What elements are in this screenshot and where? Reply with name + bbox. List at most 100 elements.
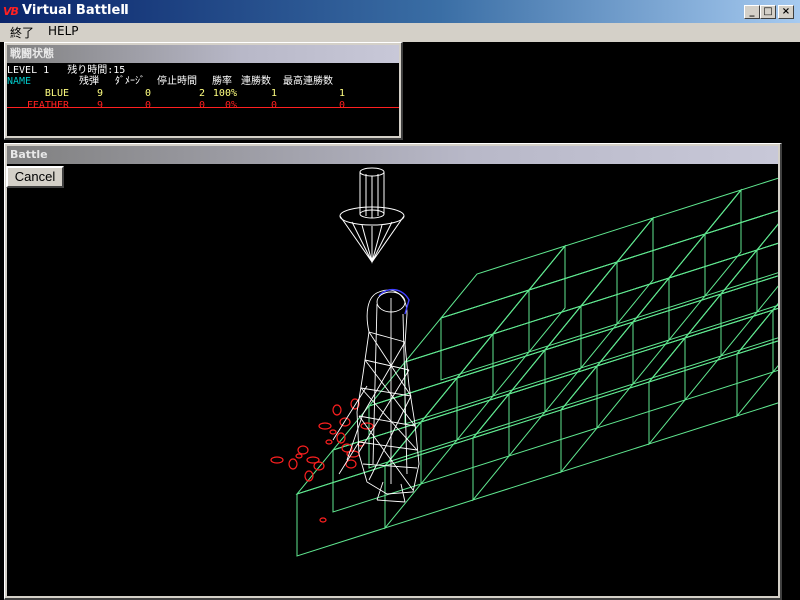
particle	[329, 429, 337, 435]
floor-block	[719, 242, 778, 357]
floor-block	[595, 292, 723, 429]
block-side-face	[580, 260, 618, 370]
wireframe-character	[332, 289, 420, 503]
block-side-face	[668, 232, 706, 342]
row-name: BLUE	[44, 88, 69, 99]
block-side-face	[772, 303, 778, 374]
character-mesh-line	[360, 387, 412, 397]
battle-viewport[interactable]	[7, 164, 778, 596]
maximize-button[interactable]: □	[760, 5, 776, 19]
block-side-face	[632, 276, 670, 386]
row-win-rate: 100%	[212, 88, 237, 99]
particle	[270, 456, 284, 464]
block-side-face	[648, 336, 686, 446]
block-top-face	[331, 377, 459, 451]
block-top-face	[579, 233, 707, 307]
floor-block	[331, 376, 459, 513]
character-mesh-line	[358, 441, 418, 451]
block-top-face	[527, 217, 655, 291]
block-top-face	[383, 393, 511, 467]
block-top-face	[543, 277, 671, 351]
particle	[318, 422, 332, 430]
menu-item-help[interactable]: HELP	[48, 24, 79, 42]
floor-block	[439, 244, 567, 381]
window-title: Virtual BattleⅡ	[22, 3, 129, 18]
selected-row-underline	[7, 107, 399, 108]
block-top-face	[647, 309, 775, 383]
block-side-face	[684, 292, 722, 402]
block-front-face	[296, 465, 386, 557]
header-name: NAME	[7, 76, 32, 87]
block-side-face	[508, 348, 546, 458]
header-best-streak: 最高連勝数	[283, 76, 333, 87]
character-mesh-line	[358, 369, 410, 453]
header-damage: ﾀﾞﾒｰｼﾞ	[115, 76, 145, 87]
app-icon: VB	[3, 5, 19, 18]
block-top-face	[455, 305, 583, 379]
block-side-face	[596, 320, 634, 430]
floor-block	[507, 320, 635, 457]
status-window-title[interactable]: 戦闘状態	[7, 45, 399, 63]
floor-block	[419, 348, 547, 485]
block-side-face	[720, 248, 758, 358]
header-stop-time: 停止時間	[157, 76, 197, 87]
particle	[360, 422, 374, 430]
row-streak: 0	[270, 100, 277, 111]
character-mesh-line	[358, 415, 416, 427]
floor-block	[367, 332, 495, 469]
window-title-bar[interactable]: VB Virtual BattleⅡ _ □ ×	[0, 0, 800, 24]
marker-cylinder-top	[359, 167, 385, 177]
character-mesh-line	[332, 385, 368, 441]
block-top-face	[403, 289, 531, 363]
menu-item-exit[interactable]: 終了	[10, 24, 34, 42]
row-damage: 0	[144, 100, 151, 111]
block-top-face	[631, 249, 759, 323]
floor-block	[527, 216, 655, 353]
status-window: 戦闘状態 LEVEL 1 残り時間:15 NAME 残弾 ﾀﾞﾒｰｼﾞ 停止時間…	[4, 42, 403, 140]
floor-block	[491, 260, 619, 397]
header-streak: 連勝数	[241, 76, 271, 87]
battle-scene	[270, 167, 778, 557]
floor-block	[543, 276, 671, 413]
row-stop-time: 2	[198, 88, 205, 99]
row-best-streak: 0	[338, 100, 345, 111]
cancel-button[interactable]: Cancel	[6, 166, 64, 188]
particle	[325, 439, 333, 445]
status-panel: LEVEL 1 残り時間:15 NAME 残弾 ﾀﾞﾒｰｼﾞ 停止時間 勝率 連…	[7, 63, 399, 136]
block-top-face	[367, 333, 495, 407]
block-top-face	[507, 321, 635, 395]
block-top-face	[615, 189, 743, 263]
particle	[288, 458, 298, 470]
block-side-face	[456, 332, 494, 442]
particle	[319, 517, 327, 523]
particle	[336, 432, 346, 444]
block-top-face	[559, 337, 687, 411]
block-side-face	[704, 188, 742, 298]
floor-block	[771, 303, 778, 373]
row-best-streak: 1	[338, 88, 345, 99]
floor-block	[455, 304, 583, 441]
block-side-face	[560, 364, 598, 474]
block-front-face	[648, 353, 738, 445]
floor-block	[471, 364, 599, 501]
minimize-button[interactable]: _	[744, 5, 760, 19]
block-top-face	[439, 245, 567, 319]
block-top-face	[595, 293, 723, 367]
battle-window-title[interactable]: Battle	[7, 146, 778, 164]
floor-block	[403, 288, 531, 425]
floor-block	[647, 308, 775, 445]
particle	[297, 445, 309, 455]
floor-block	[615, 188, 743, 325]
character-mesh-line	[376, 499, 406, 503]
close-button[interactable]: ×	[778, 5, 794, 19]
row-win-rate: 0%	[224, 100, 237, 111]
block-front-face	[472, 409, 562, 501]
row-ammo: 9	[96, 100, 103, 111]
floor-block	[559, 336, 687, 473]
block-side-face	[736, 308, 774, 418]
block-side-face	[756, 223, 778, 314]
floor-block	[755, 223, 778, 313]
particle	[306, 456, 320, 464]
menu-bar: 終了 HELP	[0, 24, 800, 42]
down-arrow-marker	[339, 167, 405, 264]
